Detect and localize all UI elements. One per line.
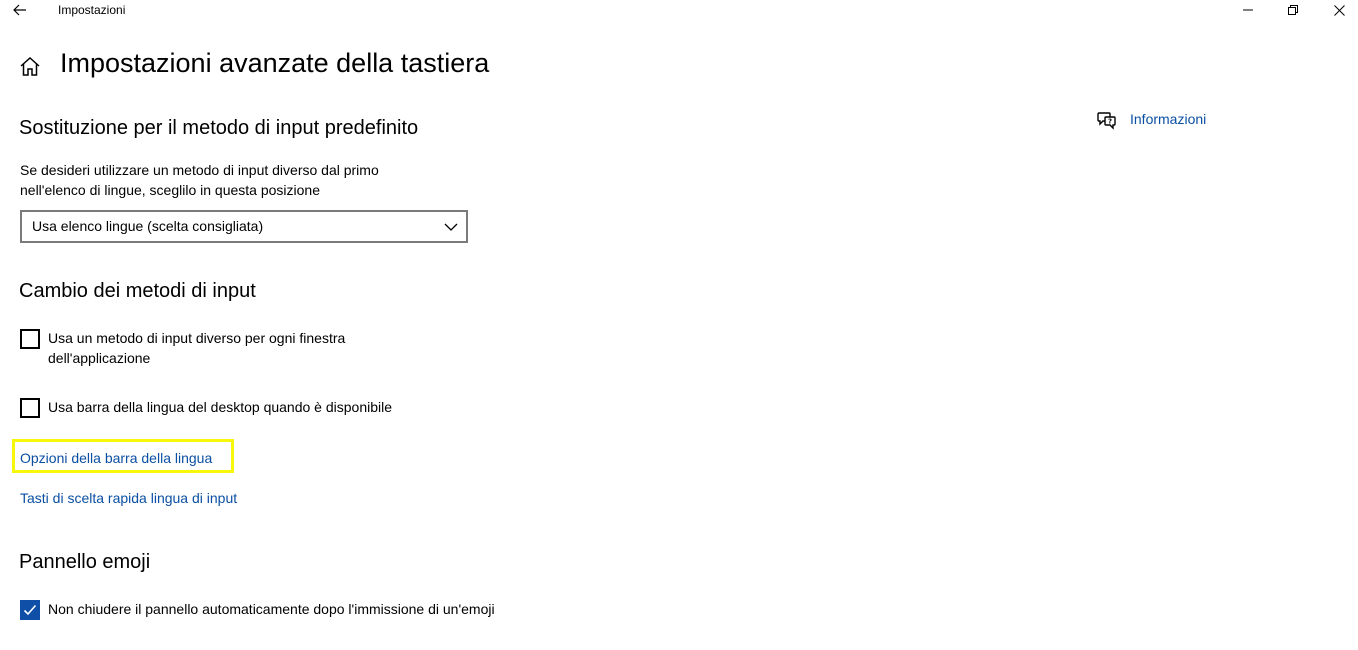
section-title-emoji: Pannello emoji (19, 551, 151, 573)
close-button[interactable] (1316, 0, 1358, 20)
home-icon (20, 56, 40, 76)
section-title-switching: Cambio dei metodi di input (19, 280, 256, 302)
back-arrow-icon (13, 4, 26, 16)
back-button[interactable] (8, 0, 32, 20)
chevron-down-icon (444, 223, 458, 231)
dropdown-selected-value: Usa elenco lingue (scelta consigliata) (32, 218, 264, 234)
chat-help-icon: ? (1097, 112, 1116, 130)
page-title: Impostazioni avanzate della tastiera (60, 48, 490, 78)
per-app-input-label-line-2: dell'applicazione (48, 350, 151, 366)
info-icon-wrap: ? (1097, 110, 1117, 130)
restore-button[interactable] (1270, 0, 1316, 20)
description-line-2: nell'elenco di lingue, sceglilo in quest… (20, 182, 320, 198)
emoji-panel-label: Non chiudere il pannello automaticamente… (48, 601, 495, 617)
input-method-dropdown[interactable]: Usa elenco lingue (scelta consigliata) (20, 210, 468, 243)
per-app-input-label-line-1: Usa un metodo di input diverso per ogni … (48, 330, 346, 346)
minimize-button[interactable] (1225, 0, 1271, 20)
per-app-input-label: Usa un metodo di input diverso per ogni … (48, 328, 345, 368)
close-icon (1333, 4, 1345, 16)
per-app-input-checkbox[interactable] (20, 329, 40, 349)
emoji-panel-checkbox[interactable] (20, 600, 40, 620)
language-bar-options-link[interactable]: Opzioni della barra della lingua (20, 450, 212, 466)
minimize-icon (1243, 9, 1253, 11)
checkmark-icon (23, 604, 37, 616)
svg-text:?: ? (1108, 118, 1112, 126)
description-line-1: Se desideri utilizzare un metodo di inpu… (20, 162, 379, 178)
input-override-description: Se desideri utilizzare un metodo di inpu… (20, 160, 379, 200)
app-title: Impostazioni (58, 3, 126, 17)
restore-icon (1288, 5, 1298, 15)
section-title-input-override: Sostituzione per il metodo di input pred… (19, 117, 419, 139)
desktop-language-bar-checkbox[interactable] (20, 398, 40, 418)
info-link[interactable]: Informazioni (1130, 111, 1206, 127)
desktop-language-bar-label: Usa barra della lingua del desktop quand… (48, 399, 393, 415)
home-button[interactable] (18, 55, 42, 79)
input-language-hotkeys-link[interactable]: Tasti di scelta rapida lingua di input (20, 490, 237, 506)
title-bar: Impostazioni (0, 0, 1358, 22)
